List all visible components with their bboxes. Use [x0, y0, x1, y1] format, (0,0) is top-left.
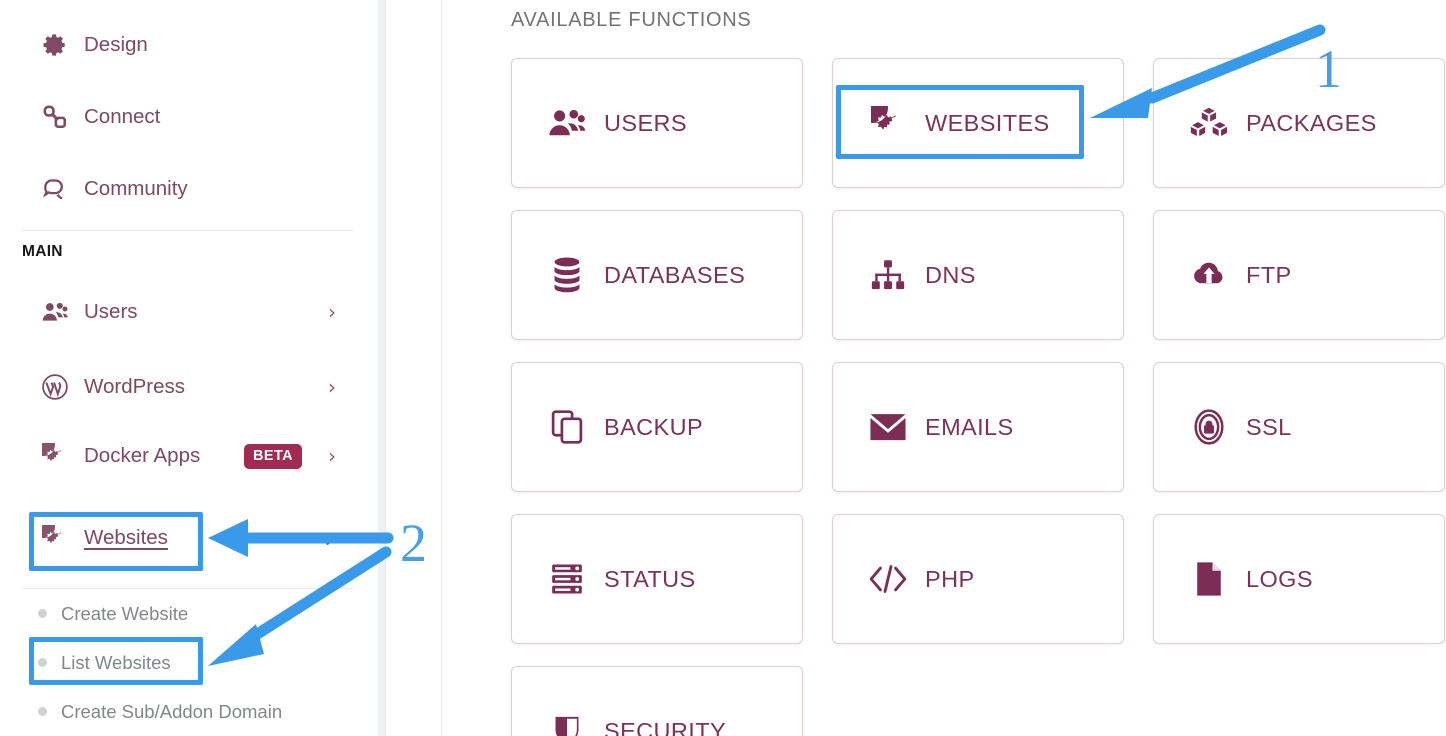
chevron-down-icon: ⌄	[319, 526, 336, 550]
function-card-backup[interactable]: BACKUP	[511, 362, 803, 492]
function-card-logs[interactable]: LOGS	[1153, 514, 1445, 644]
annotation-number-2: 2	[400, 513, 427, 573]
function-card-label: EMAILS	[925, 413, 1014, 440]
chat-bubbles-icon	[38, 176, 72, 203]
control-panel-screen: Design Connect Community MAIN Users › Wo…	[0, 0, 1446, 736]
sidebar-item-label: Design	[84, 33, 148, 56]
function-card-ftp[interactable]: FTP	[1153, 210, 1445, 340]
function-card-websites[interactable]: WEBSITES	[832, 58, 1124, 188]
sidebar-item-label: Websites	[84, 526, 168, 549]
sidebar-item-docker-apps[interactable]: Docker Apps BETA ›	[0, 420, 354, 492]
function-card-label: PHP	[925, 565, 975, 592]
function-card-label: WEBSITES	[925, 109, 1050, 136]
function-card-dns[interactable]: DNS	[832, 210, 1124, 340]
section-title: AVAILABLE FUNCTIONS	[511, 9, 752, 31]
function-card-label: FTP	[1246, 261, 1292, 288]
function-card-ssl[interactable]: SSL	[1153, 362, 1445, 492]
function-card-label: SECURITY	[604, 717, 727, 736]
function-card-users[interactable]: USERS	[511, 58, 803, 188]
function-card-emails[interactable]: EMAILS	[832, 362, 1124, 492]
chevron-right-icon: ›	[328, 300, 336, 324]
code-brackets-icon	[865, 564, 911, 594]
globe-icon	[865, 106, 911, 140]
bullet-dot-icon	[38, 609, 47, 618]
sidebar-item-label: Docker Apps	[84, 444, 201, 467]
function-card-security[interactable]: SECURITY	[511, 666, 803, 736]
function-card-status[interactable]: STATUS	[511, 514, 803, 644]
chevron-right-icon: ›	[328, 375, 336, 399]
file-document-icon	[1186, 561, 1232, 597]
database-icon	[544, 257, 590, 293]
submenu-item-list-websites[interactable]: List Websites	[22, 638, 353, 687]
link-chain-icon	[38, 104, 72, 130]
function-card-php[interactable]: PHP	[832, 514, 1124, 644]
sidebar-item-label: Community	[84, 177, 188, 200]
sidebar-item-label: Users	[84, 300, 138, 323]
lock-circle-icon	[1186, 409, 1232, 445]
function-card-label: STATUS	[604, 565, 696, 592]
sidebar: Design Connect Community MAIN Users › Wo…	[0, 0, 378, 736]
envelope-icon	[865, 412, 911, 442]
sitemap-icon	[865, 259, 911, 291]
websites-submenu: Create Website List Websites Create Sub/…	[22, 588, 353, 736]
gear-icon	[38, 32, 72, 58]
function-card-label: DNS	[925, 261, 976, 288]
copy-clone-icon	[544, 410, 590, 444]
sidebar-item-design[interactable]: Design	[0, 9, 354, 81]
main-content: AVAILABLE FUNCTIONS USERS WEBSITES PACKA…	[442, 0, 1446, 736]
submenu-item-create-website[interactable]: Create Website	[22, 589, 353, 638]
function-card-label: PACKAGES	[1246, 109, 1377, 136]
users-group-icon	[544, 106, 590, 140]
sidebar-item-websites[interactable]: Websites ⌄	[0, 502, 354, 574]
cloud-upload-icon	[1186, 259, 1232, 291]
beta-badge: BETA	[244, 443, 302, 469]
sidebar-edge-divider	[385, 0, 386, 736]
shield-icon	[544, 715, 590, 736]
bullet-dot-icon	[38, 658, 47, 667]
submenu-item-label: Create Sub/Addon Domain	[61, 700, 283, 722]
function-card-label: LOGS	[1246, 565, 1313, 592]
function-card-packages[interactable]: PACKAGES	[1153, 58, 1445, 188]
sidebar-section-heading: MAIN	[22, 243, 63, 260]
boxes-icon	[1186, 106, 1232, 140]
wordpress-icon	[38, 373, 72, 401]
function-card-label: USERS	[604, 109, 687, 136]
submenu-item-create-sub-addon-domain[interactable]: Create Sub/Addon Domain	[22, 687, 353, 736]
server-rack-icon	[544, 563, 590, 595]
globe-icon	[38, 443, 72, 469]
available-functions-grid: USERS WEBSITES PACKAGES DATABASES DNS FT…	[511, 58, 1445, 736]
sidebar-item-connect[interactable]: Connect	[0, 81, 354, 153]
sidebar-item-label: Connect	[84, 105, 161, 128]
sidebar-item-wordpress[interactable]: WordPress ›	[0, 351, 354, 423]
function-card-label: SSL	[1246, 413, 1292, 440]
function-card-databases[interactable]: DATABASES	[511, 210, 803, 340]
bullet-dot-icon	[38, 707, 47, 716]
function-card-label: BACKUP	[604, 413, 704, 440]
sidebar-item-community[interactable]: Community	[0, 153, 354, 225]
users-group-icon	[38, 298, 72, 326]
sidebar-item-users[interactable]: Users ›	[0, 276, 354, 348]
sidebar-item-label: WordPress	[84, 375, 186, 398]
submenu-item-label: List Websites	[61, 651, 171, 673]
submenu-item-label: Create Website	[61, 602, 189, 624]
chevron-right-icon: ›	[328, 444, 336, 468]
sidebar-scrollbar[interactable]	[378, 0, 385, 736]
function-card-label: DATABASES	[604, 261, 746, 288]
sidebar-divider	[22, 230, 353, 231]
globe-icon	[38, 525, 72, 551]
